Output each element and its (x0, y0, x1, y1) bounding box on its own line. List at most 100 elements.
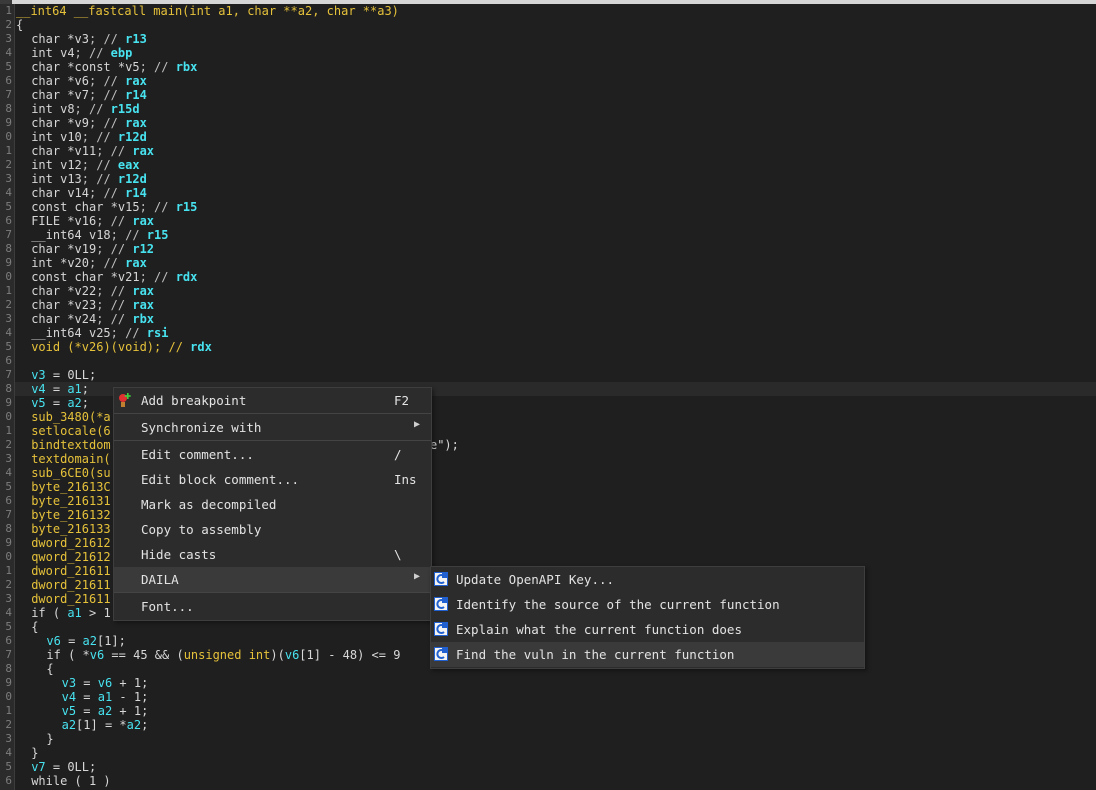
code-line[interactable]: char *v3; // r13 (31, 32, 147, 46)
code-line[interactable]: v3 = 0LL; (31, 368, 96, 382)
code-line[interactable]: v5 = a2 + 1; (62, 704, 149, 718)
menu-item-edit-comment[interactable]: Edit comment... / (114, 442, 431, 467)
decl-register: rsi (146, 326, 169, 340)
line-number: 8 (5, 662, 12, 675)
menu-separator (114, 440, 431, 441)
code-line[interactable]: bindtextdom e"); (31, 438, 459, 452)
code-line[interactable]: int v4; // ebp (31, 46, 132, 60)
code-text: byte_216132 (31, 508, 111, 522)
code-line[interactable]: int v8; // r15d (31, 102, 139, 116)
menu-item-hide-casts[interactable]: Hide casts \ (114, 542, 431, 567)
code-line[interactable]: char v14; // r14 (31, 186, 147, 200)
code-line[interactable]: a2[1] = *a2; (62, 718, 149, 732)
line-number: 3 (5, 172, 12, 185)
code-text: v5 = a2; (31, 396, 90, 410)
code-line[interactable]: v3 = v6 + 1; (62, 676, 149, 690)
code-line[interactable]: { (46, 662, 53, 676)
menu-item-copy-to-assembly[interactable]: Copy to assembly (114, 517, 431, 542)
code-line[interactable]: } (46, 732, 53, 746)
menu-item-label: Edit comment... (141, 447, 254, 462)
menu-item-daila[interactable]: DAILA ▶ (114, 567, 431, 592)
code-line[interactable]: char *v9; // rax (31, 116, 147, 130)
decl-register: r15d (110, 102, 140, 116)
code-line[interactable]: byte_216132 (31, 508, 110, 522)
code-line[interactable]: byte_21613C (31, 480, 110, 494)
code-line[interactable]: int *v20; // rax (31, 256, 147, 270)
code-text: v4 = a1 - 1; (61, 690, 149, 704)
code-line[interactable]: v4 = a1; (31, 382, 89, 396)
code-line[interactable]: if ( a1 > 1 (31, 606, 110, 620)
code-line[interactable]: sub_6CE0(su (31, 466, 110, 480)
code-line[interactable]: byte_216131 (31, 494, 110, 508)
menu-separator (114, 413, 431, 414)
menu-item-edit-block-comment[interactable]: Edit block comment... Ins (114, 467, 431, 492)
code-line[interactable]: const char *v21; // rdx (31, 270, 197, 284)
code-line[interactable]: v4 = a1 - 1; (62, 690, 149, 704)
decl-comment-marker: ; // (89, 256, 126, 270)
code-line[interactable]: __int64 v25; // rsi (31, 326, 168, 340)
menu-item-label: Add breakpoint (141, 393, 247, 408)
code-line[interactable]: { (16, 18, 23, 32)
line-number: 2 (5, 298, 12, 311)
code-line[interactable]: } (31, 746, 38, 760)
code-line[interactable]: int v10; // r12d (31, 130, 147, 144)
code-line[interactable]: { (31, 620, 38, 634)
menu-item-synchronize-with[interactable]: Synchronize with ▶ (114, 415, 431, 440)
code-line[interactable]: dword_21611 (31, 564, 110, 578)
line-number: 2 (5, 158, 12, 171)
code-line[interactable]: qword_21612 (31, 550, 110, 564)
code-line[interactable]: byte_216133 (31, 522, 110, 536)
decl-name: v19 (74, 242, 97, 256)
code-line[interactable]: char *const *v5; // rbx (31, 60, 197, 74)
code-line[interactable]: char *v23; // rax (31, 298, 154, 312)
code-line[interactable]: dword_21611 (31, 578, 110, 592)
menu-item-mark-as-decompiled[interactable]: Mark as decompiled (114, 492, 431, 517)
menu-item-font[interactable]: Font... (114, 594, 431, 619)
code-line[interactable]: FILE *v16; // rax (31, 214, 154, 228)
code-line[interactable]: dword_21611 (31, 592, 110, 606)
code-line[interactable]: __int64 __fastcall main(int a1, char **a… (16, 4, 399, 18)
decl-register: r14 (125, 88, 147, 102)
code-line[interactable]: __int64 v18; // r15 (31, 228, 168, 242)
code-line[interactable]: if ( *v6 == 45 && (unsigned int)(v6[1] -… (46, 648, 400, 662)
code-line[interactable]: char *v22; // rax (31, 284, 154, 298)
daila-plugin-icon (434, 597, 448, 611)
code-line[interactable]: v7 = 0LL; (31, 760, 96, 774)
line-number: 2 (5, 578, 12, 591)
decl-register: rdx (190, 340, 212, 354)
code-line[interactable]: while ( 1 ) (31, 774, 110, 788)
code-line[interactable]: char *v24; // rbx (31, 312, 154, 326)
code-line[interactable]: textdomain( (31, 452, 110, 466)
menu-item-shortcut: \ (394, 547, 402, 562)
line-number: 8 (5, 242, 12, 255)
decl-type: FILE * (31, 214, 75, 228)
submenu-item-explain-function[interactable]: Explain what the current function does (431, 617, 864, 642)
code-line[interactable]: v5 = a2; (31, 396, 89, 410)
line-number: 1 (5, 144, 12, 157)
decl-comment-marker: ; // (139, 200, 176, 214)
code-line[interactable]: const char *v15; // r15 (31, 200, 197, 214)
code-line[interactable]: int v12; // eax (31, 158, 139, 172)
submenu-item-update-openapi-key[interactable]: Update OpenAPI Key... (431, 567, 864, 592)
code-text: dword_21611 (31, 592, 111, 606)
menu-item-label: Hide casts (141, 547, 217, 562)
code-line[interactable]: char *v19; // r12 (31, 242, 154, 256)
code-line[interactable]: int v13; // r12d (31, 172, 147, 186)
decl-comment-marker: ; // (74, 102, 111, 116)
submenu-item-identify-source[interactable]: Identify the source of the current funct… (431, 592, 864, 617)
code-line[interactable]: setlocale(6 (31, 424, 110, 438)
code-line[interactable]: dword_21612 (31, 536, 110, 550)
code-line[interactable]: void (*v26)(void); // rdx (31, 340, 212, 354)
code-line[interactable]: sub_3480(*a (31, 410, 110, 424)
code-text: byte_216131 (31, 494, 111, 508)
menu-item-add-breakpoint[interactable]: Add breakpoint F2 (114, 388, 431, 413)
code-text: if ( *v6 == 45 && (unsigned int)(v6[1] -… (46, 648, 401, 662)
code-line[interactable]: v6 = a2[1]; (46, 634, 126, 648)
code-line[interactable]: char *v6; // rax (31, 74, 147, 88)
decl-comment-marker: ; // (81, 130, 118, 144)
code-text: sub_3480(*a (31, 410, 111, 424)
submenu-item-find-vuln[interactable]: Find the vuln in the current function (431, 642, 864, 667)
code-line[interactable]: char *v11; // rax (31, 144, 154, 158)
line-number: 5 (5, 60, 12, 73)
code-line[interactable]: char *v7; // r14 (31, 88, 147, 102)
